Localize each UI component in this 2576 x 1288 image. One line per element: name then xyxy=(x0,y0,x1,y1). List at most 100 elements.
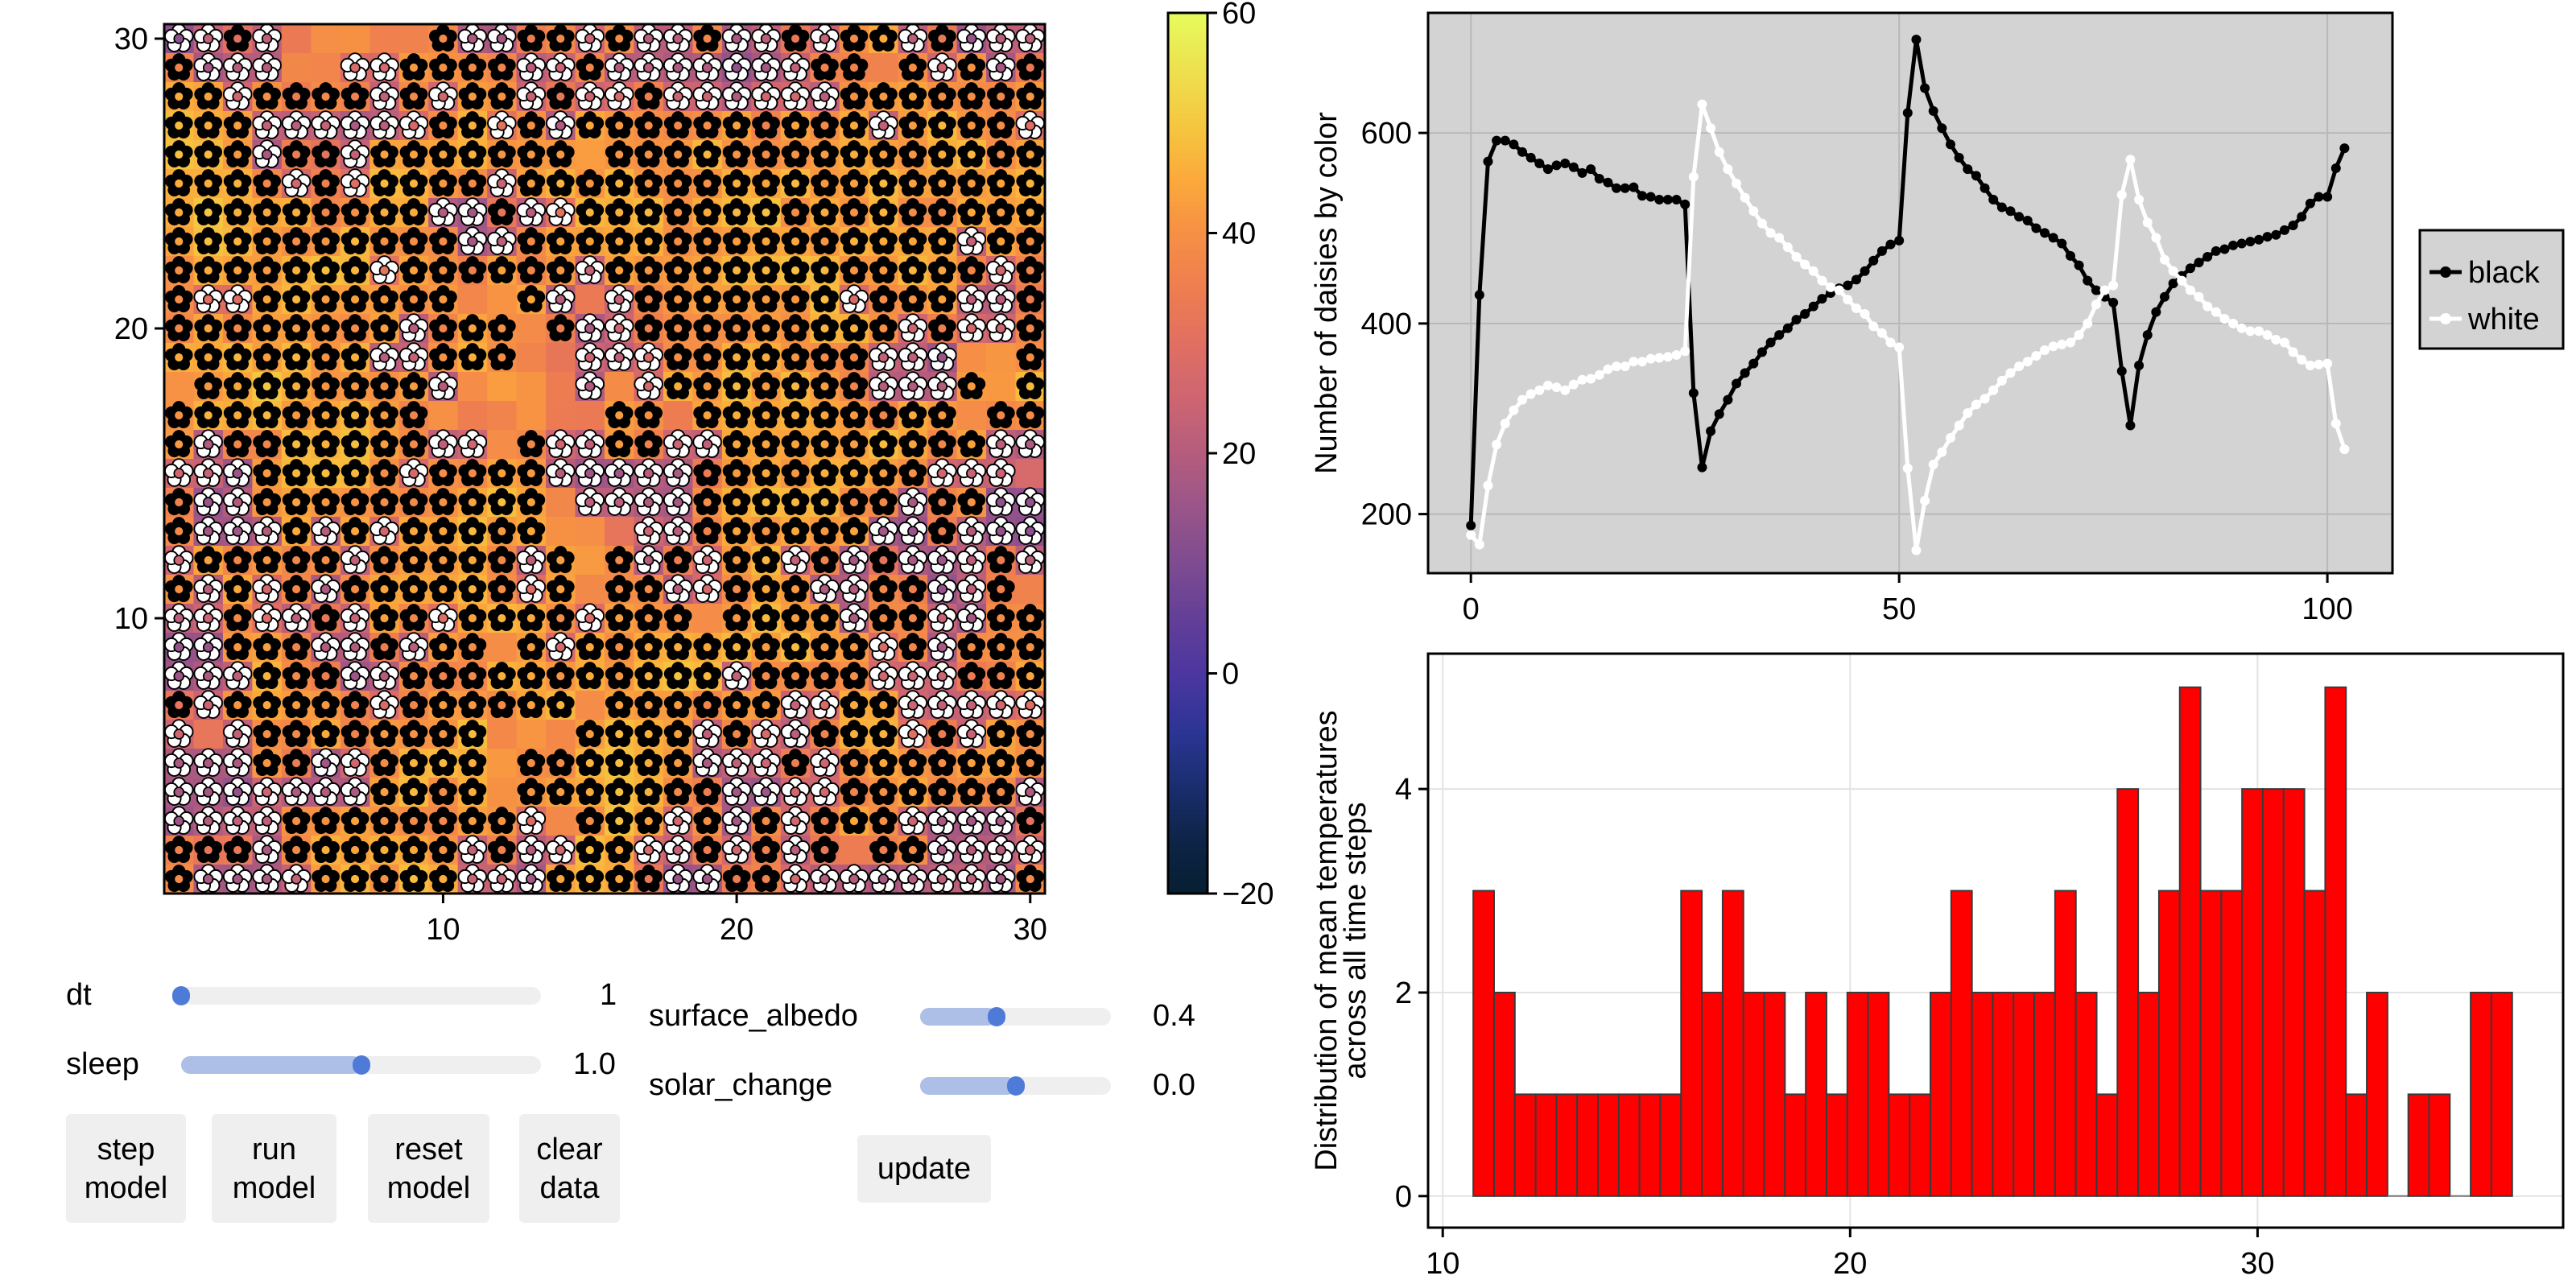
daisy-center xyxy=(1024,497,1036,508)
data-point-white xyxy=(2099,285,2110,295)
data-point-black xyxy=(1483,156,1493,167)
daisy-center xyxy=(936,178,948,189)
histogram-bar xyxy=(1576,1093,1600,1197)
daisy-center xyxy=(202,555,214,566)
data-point-black xyxy=(1800,309,1810,320)
daisy-center xyxy=(790,584,801,595)
daisy-center xyxy=(877,468,890,479)
data-point-white xyxy=(1843,295,1853,305)
daisy-center xyxy=(526,642,537,653)
daisy-center xyxy=(291,294,302,305)
y-tick-label: 20 xyxy=(114,312,148,346)
daisy-center xyxy=(819,844,831,856)
solar-change-slider[interactable] xyxy=(920,1076,1111,1096)
daisy-center xyxy=(819,236,831,247)
surface-albedo-slider[interactable] xyxy=(920,1007,1111,1026)
daisy-center xyxy=(936,815,948,827)
daisy-center xyxy=(437,352,449,363)
grid-cell xyxy=(487,633,518,663)
data-point-white xyxy=(1740,192,1750,203)
daisy-center xyxy=(966,815,977,827)
data-point-white xyxy=(2168,266,2178,276)
data-point-black xyxy=(1885,239,1896,250)
daisy-center xyxy=(877,526,890,537)
daisy-center xyxy=(613,236,625,247)
reset-model-button[interactable]: reset model xyxy=(368,1114,489,1223)
data-point-black xyxy=(1671,195,1682,204)
daisy-center xyxy=(877,33,890,44)
daisy-center xyxy=(496,555,508,566)
daisy-center xyxy=(378,642,390,653)
daisy-center xyxy=(760,236,772,247)
daisy-center xyxy=(526,786,537,798)
daisy-center xyxy=(173,526,185,537)
data-point-black xyxy=(2005,206,2016,217)
daisy-center xyxy=(232,671,243,682)
daisy-center xyxy=(848,352,860,363)
data-point-black xyxy=(2074,260,2084,270)
clear-data-button[interactable]: clear data xyxy=(519,1114,620,1223)
daisy-center xyxy=(1024,120,1036,131)
run-model-button[interactable]: run model xyxy=(212,1114,336,1223)
daisy-center xyxy=(232,555,243,566)
daisy-center xyxy=(701,468,713,479)
sleep-slider[interactable] xyxy=(181,1055,541,1075)
data-point-white xyxy=(1551,382,1562,393)
histogram-bar xyxy=(1617,1093,1641,1197)
data-point-white xyxy=(1954,420,1964,431)
daisy-center xyxy=(966,120,977,131)
daisy-center xyxy=(848,758,860,769)
histogram-bar xyxy=(2157,890,2181,1197)
solar-change-slider-handle[interactable] xyxy=(1006,1076,1025,1096)
data-point-black xyxy=(2254,234,2264,245)
daisy-center xyxy=(437,729,449,740)
step-model-button[interactable]: step model xyxy=(66,1114,186,1223)
data-point-black xyxy=(1860,266,1870,276)
daisy-center xyxy=(790,815,801,827)
daisy-center xyxy=(291,555,302,566)
dt-slider[interactable] xyxy=(172,986,541,1005)
dt-slider-handle[interactable] xyxy=(172,986,190,1005)
data-point-white xyxy=(1492,440,1502,450)
daisy-center xyxy=(701,265,713,276)
daisy-center xyxy=(261,613,273,624)
sleep-slider-handle[interactable] xyxy=(352,1055,370,1075)
x-tick-label: 10 xyxy=(1426,1247,1459,1281)
daisy-center xyxy=(261,526,273,537)
daisy-center xyxy=(408,323,419,334)
data-point-white xyxy=(1586,374,1596,384)
daisy-center xyxy=(877,294,890,305)
daisy-center xyxy=(232,207,243,218)
data-point-white xyxy=(1920,496,1930,506)
daisy-center xyxy=(408,381,419,392)
histogram-bar xyxy=(1950,890,1973,1197)
daisy-center xyxy=(760,729,772,740)
daisy-center xyxy=(467,729,478,740)
daisy-center xyxy=(202,91,214,102)
daisy-center xyxy=(995,700,1007,711)
data-point-black xyxy=(1525,152,1536,163)
daisy-center xyxy=(642,33,654,44)
surface-albedo-slider-handle[interactable] xyxy=(987,1007,1005,1026)
data-point-black xyxy=(2279,225,2289,235)
daisy-center xyxy=(437,758,449,769)
histogram-bar xyxy=(2137,991,2160,1197)
daisy-center xyxy=(467,786,478,798)
daisy-center xyxy=(526,149,537,160)
daisy-center xyxy=(173,844,185,856)
daisy-center xyxy=(819,555,831,566)
data-point-black xyxy=(1817,294,1827,304)
y-tick-label: 600 xyxy=(1361,117,1412,151)
daisy-center xyxy=(173,729,185,740)
data-point-black xyxy=(1697,462,1707,473)
daisy-center xyxy=(202,584,214,595)
daisy-center xyxy=(526,62,537,73)
update-button[interactable]: update xyxy=(857,1135,991,1203)
daisy-center xyxy=(672,323,683,334)
data-point-black xyxy=(1774,330,1785,341)
daisy-center xyxy=(642,410,654,421)
daisy-center xyxy=(173,468,185,479)
daisy-center xyxy=(966,439,977,450)
grid-cell xyxy=(457,285,488,315)
daisy-center xyxy=(1024,178,1036,189)
